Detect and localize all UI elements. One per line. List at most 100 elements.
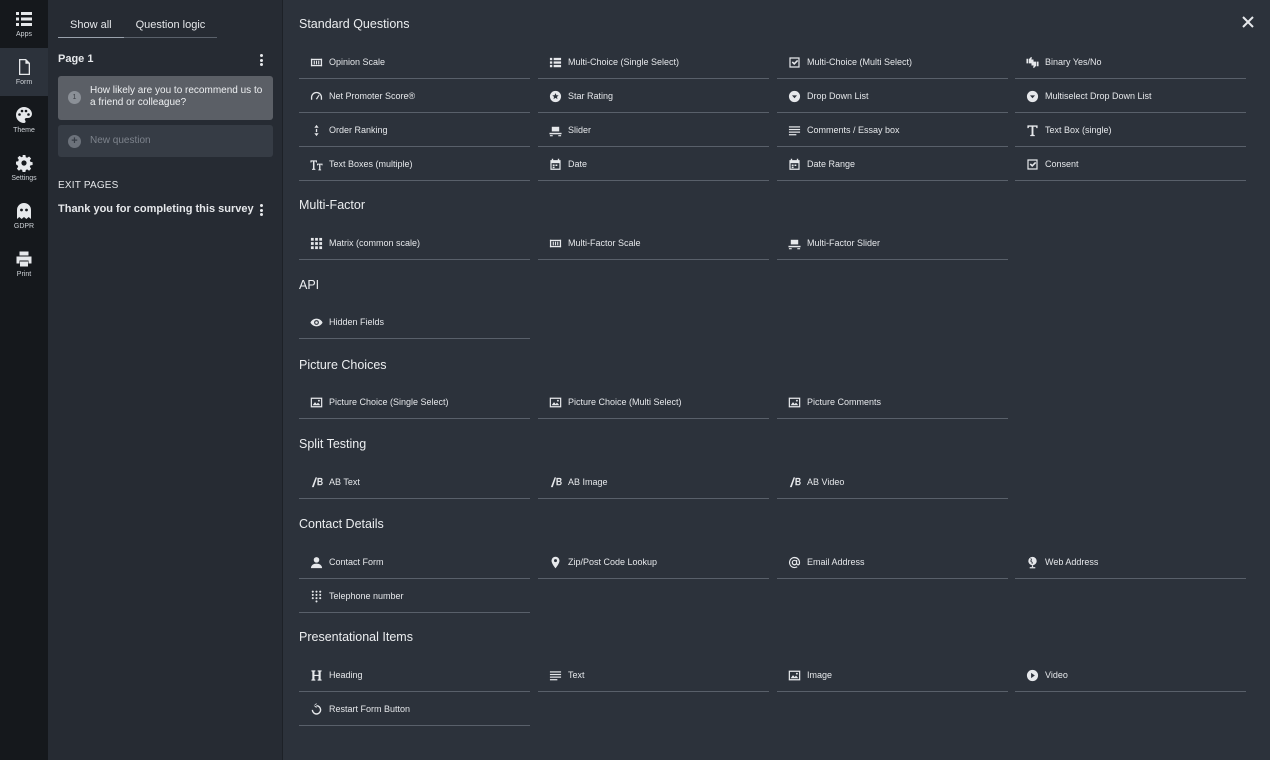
question-type-hidden-fields[interactable]: Hidden Fields (299, 306, 530, 339)
question-type-order-ranking[interactable]: Order Ranking (299, 114, 530, 147)
calendar-icon (787, 157, 801, 171)
scale-icon (548, 236, 562, 250)
question-type-text[interactable]: Text (538, 659, 769, 692)
picture-icon (548, 395, 562, 409)
checkbox-icon (1025, 157, 1039, 171)
question-type-picture-choice-single-select[interactable]: Picture Choice (Single Select) (299, 386, 530, 419)
lines-icon (548, 668, 562, 682)
question-type-label: Picture Choice (Multi Select) (568, 397, 682, 407)
question-type-multiselect-drop-down-list[interactable]: Multiselect Drop Down List (1015, 80, 1246, 113)
question-type-telephone-number[interactable]: Telephone number (299, 580, 530, 613)
person-icon (309, 555, 323, 569)
exit-page-item[interactable]: Thank you for completing this survey (58, 203, 254, 215)
question-type-picture-comments[interactable]: Picture Comments (777, 386, 1008, 419)
question-type-slider[interactable]: Slider (538, 114, 769, 147)
gauge-icon (309, 89, 323, 103)
question-type-date-range[interactable]: Date Range (777, 148, 1008, 181)
tab-show-all[interactable]: Show all (58, 12, 124, 38)
question-type-comments-essay-box[interactable]: Comments / Essay box (777, 114, 1008, 147)
question-type-consent[interactable]: Consent (1015, 148, 1246, 181)
question-card[interactable]: 1 How likely are you to recommend us to … (58, 76, 273, 120)
question-type-multi-choice-single-select[interactable]: Multi-Choice (Single Select) (538, 46, 769, 79)
new-question-input[interactable]: + New question (58, 125, 273, 157)
thumbs-icon (1025, 55, 1039, 69)
plus-icon: + (68, 135, 81, 148)
rail-item-gdpr[interactable]: GDPR (0, 192, 48, 240)
question-type-restart-form-button[interactable]: Restart Form Button (299, 693, 530, 726)
question-type-label: Order Ranking (329, 125, 388, 135)
rail-label: Theme (13, 126, 35, 134)
question-type-ab-image[interactable]: AB Image (538, 466, 769, 499)
picture-icon (787, 395, 801, 409)
question-type-picker: Standard Questions Opinion Scale Multi-Cho… (283, 0, 1270, 760)
section-title-contact-details: Contact Details (299, 517, 384, 531)
question-type-net-promoter-score[interactable]: Net Promoter Score® (299, 80, 530, 113)
question-type-label: Star Rating (568, 91, 614, 101)
question-text: How likely are you to recommend us to a … (90, 85, 263, 108)
question-type-label: Multi-Factor Scale (568, 238, 641, 248)
question-type-label: Restart Form Button (329, 704, 411, 714)
at-icon (787, 555, 801, 569)
rail-item-apps[interactable]: Apps (0, 0, 48, 48)
question-type-video[interactable]: Video (1015, 659, 1246, 692)
question-type-zip-post-code-lookup[interactable]: Zip/Post Code Lookup (538, 546, 769, 579)
text-tt-icon (309, 157, 323, 171)
question-type-opinion-scale[interactable]: Opinion Scale (299, 46, 530, 79)
apps-icon (15, 10, 33, 28)
question-type-matrix-common-scale[interactable]: Matrix (common scale) (299, 227, 530, 260)
checkbox-icon (787, 55, 801, 69)
question-type-label: Text Box (single) (1045, 125, 1112, 135)
question-type-binary-yes-no[interactable]: Binary Yes/No (1015, 46, 1246, 79)
question-type-label: Email Address (807, 557, 865, 567)
question-type-label: Matrix (common scale) (329, 238, 421, 248)
exit-page-options-icon[interactable] (255, 203, 267, 217)
heading-icon (309, 668, 323, 682)
question-type-drop-down-list[interactable]: Drop Down List (777, 80, 1008, 113)
question-type-contact-form[interactable]: Contact Form (299, 546, 530, 579)
question-type-label: Multi-Choice (Multi Select) (807, 57, 913, 67)
question-type-label: Text Boxes (multiple) (329, 159, 413, 169)
question-type-label: AB Image (568, 477, 608, 487)
rail-item-settings[interactable]: Settings (0, 144, 48, 192)
rail-item-print[interactable]: Print (0, 240, 48, 288)
question-type-ab-video[interactable]: AB Video (777, 466, 1008, 499)
question-type-text-box-single[interactable]: Text Box (single) (1015, 114, 1246, 147)
rail-item-theme[interactable]: Theme (0, 96, 48, 144)
question-type-label: Binary Yes/No (1045, 57, 1102, 67)
rail-label: Print (16, 270, 32, 278)
section-title-api: API (299, 278, 320, 292)
question-type-heading[interactable]: Heading (299, 659, 530, 692)
question-panel: Show all Question logic Page 1 1 How lik… (48, 0, 283, 760)
question-type-star-rating[interactable]: Star Rating (538, 80, 769, 113)
close-icon[interactable] (1240, 14, 1256, 30)
question-type-picture-choice-multi-select[interactable]: Picture Choice (Multi Select) (538, 386, 769, 419)
page-options-icon[interactable] (255, 53, 267, 67)
calendar-icon (548, 157, 562, 171)
question-type-ab-text[interactable]: AB Text (299, 466, 530, 499)
tab-question-logic[interactable]: Question logic (123, 12, 218, 38)
eye-icon (309, 315, 323, 329)
question-type-label: Multiselect Drop Down List (1045, 91, 1152, 101)
question-type-multi-factor-slider[interactable]: Multi-Factor Slider (777, 227, 1008, 260)
rail-label: Form (15, 78, 33, 86)
question-type-label: Drop Down List (807, 91, 869, 101)
question-type-label: Text (568, 670, 585, 680)
question-type-image[interactable]: Image (777, 659, 1008, 692)
question-type-label: Contact Form (329, 557, 384, 567)
question-type-label: Opinion Scale (329, 57, 386, 67)
question-type-web-address[interactable]: Web Address (1015, 546, 1246, 579)
question-type-label: Date Range (807, 159, 856, 169)
rail-item-form[interactable]: Form (0, 48, 48, 96)
question-type-date[interactable]: Date (538, 148, 769, 181)
question-type-multi-choice-multi-select[interactable]: Multi-Choice (Multi Select) (777, 46, 1008, 79)
dropdown-icon (787, 89, 801, 103)
question-type-label: AB Video (807, 477, 845, 487)
question-type-text-boxes-multiple[interactable]: Text Boxes (multiple) (299, 148, 530, 181)
question-type-label: Picture Comments (807, 397, 882, 407)
exit-pages-heading: EXIT PAGES (58, 180, 119, 191)
question-type-email-address[interactable]: Email Address (777, 546, 1008, 579)
rail-label: Apps (16, 30, 32, 38)
section-title-standard-questions: Standard Questions (299, 17, 410, 31)
picture-icon (309, 395, 323, 409)
question-type-multi-factor-scale[interactable]: Multi-Factor Scale (538, 227, 769, 260)
